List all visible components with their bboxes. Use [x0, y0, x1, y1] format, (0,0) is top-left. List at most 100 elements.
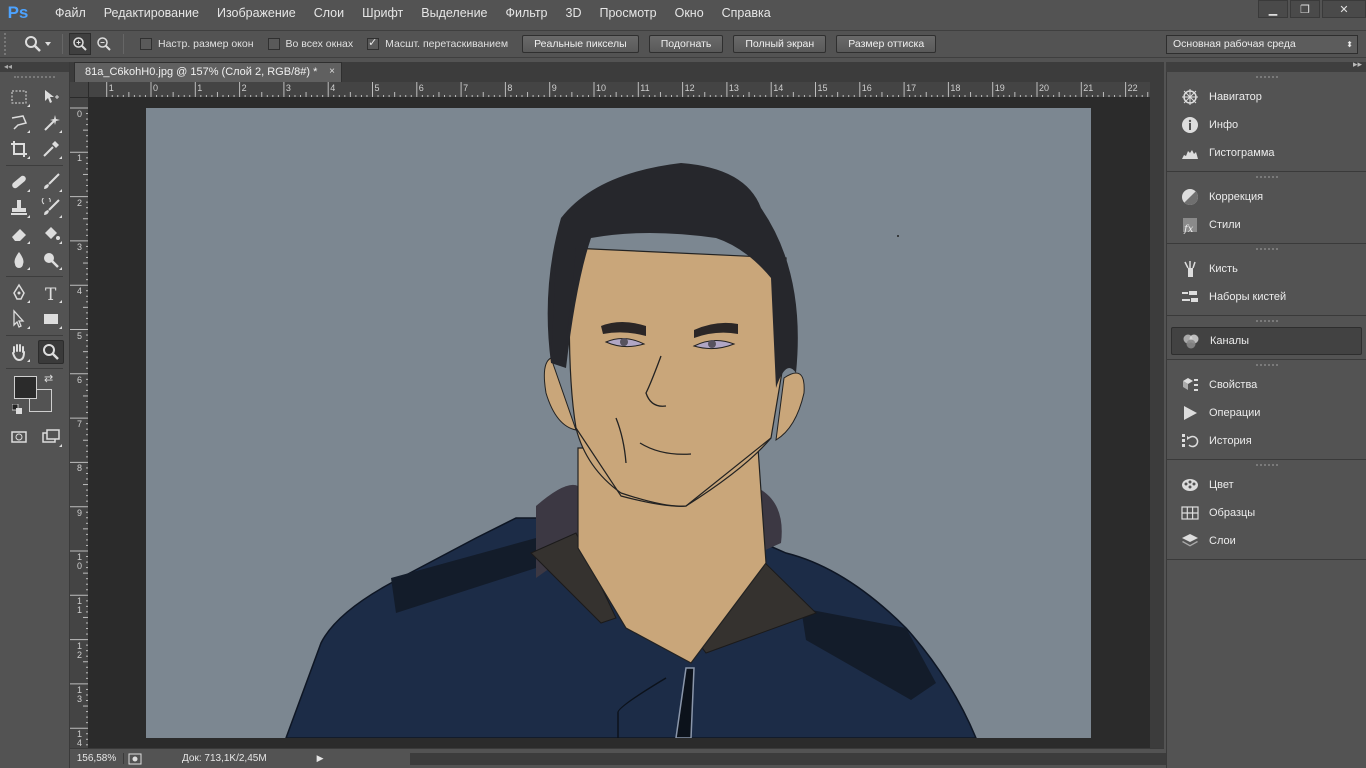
panel-navigator[interactable]: Навигатор — [1171, 83, 1362, 111]
zoom-out-button[interactable] — [93, 33, 115, 55]
options-grip[interactable] — [4, 33, 12, 55]
group-grip[interactable] — [1255, 364, 1278, 369]
foreground-color[interactable] — [14, 376, 37, 399]
panel-brush-presets[interactable]: Наборы кистей — [1171, 283, 1362, 311]
fill-screen-button[interactable]: Полный экран — [733, 35, 827, 53]
pen-tool[interactable] — [6, 281, 32, 305]
canvas-area[interactable] — [89, 98, 1150, 748]
panel-swatches[interactable]: Образцы — [1171, 499, 1362, 527]
menu-edit[interactable]: Редактирование — [95, 0, 208, 26]
screen-mode-button[interactable] — [38, 425, 64, 449]
panel-info[interactable]: Инфо — [1171, 111, 1362, 139]
menu-view[interactable]: Просмотр — [591, 0, 666, 26]
menu-select[interactable]: Выделение — [412, 0, 496, 26]
panel-channels[interactable]: Каналы — [1171, 327, 1362, 355]
dock-collapse-bar[interactable]: ▸▸ — [1166, 60, 1366, 72]
eyedropper-tool[interactable] — [38, 137, 64, 161]
tool-preset-picker[interactable] — [20, 33, 56, 55]
crop-icon — [11, 141, 27, 157]
panel-histogram[interactable]: Гистограмма — [1171, 139, 1362, 167]
group-grip[interactable] — [1255, 176, 1278, 181]
menu-type[interactable]: Шрифт — [353, 0, 412, 26]
lasso-tool[interactable] — [6, 111, 32, 135]
minimize-button[interactable]: ▁ — [1258, 0, 1288, 18]
print-size-button[interactable]: Размер оттиска — [836, 35, 937, 53]
menu-file[interactable]: Файл — [46, 0, 95, 26]
document-canvas[interactable] — [146, 108, 1091, 739]
ruler-label: 7 — [463, 83, 469, 93]
panel-history[interactable]: История — [1171, 427, 1362, 455]
menu-filter[interactable]: Фильтр — [497, 0, 557, 26]
panel-label: Цвет — [1209, 479, 1234, 491]
panel-group: Каналы — [1167, 316, 1366, 360]
dodge-tool[interactable] — [38, 248, 64, 272]
panel-properties[interactable]: Свойства — [1171, 371, 1362, 399]
crop-tool[interactable] — [6, 137, 32, 161]
magic-wand-tool[interactable] — [38, 111, 64, 135]
resize-windows-checkbox[interactable]: Настр. размер окон — [140, 38, 254, 50]
status-share-icon[interactable] — [128, 753, 142, 765]
ruler-origin[interactable] — [70, 82, 89, 98]
move-tool[interactable] — [38, 85, 64, 109]
group-grip[interactable] — [1255, 464, 1278, 469]
panel-color[interactable]: Цвет — [1171, 471, 1362, 499]
panel-group: Навигатор Инфо Гистограмма — [1167, 72, 1366, 172]
drop-icon — [14, 252, 24, 268]
zoom-level-field[interactable]: 156,58% — [70, 753, 124, 764]
zoom-in-button[interactable] — [69, 33, 91, 55]
horizontal-ruler[interactable]: 1 0 1 2 3 4 5 6 7 8 9 10 11 12 13 14 15 16 17 18 19 20 21 22 — [89, 82, 1150, 98]
panel-adjustments[interactable]: Коррекция — [1171, 183, 1362, 211]
dock-collapse-icon[interactable]: ▸▸ — [1353, 60, 1362, 70]
document-tab[interactable]: 81a_C6kohH0.jpg @ 157% (Слой 2, RGB/8#) … — [74, 62, 342, 82]
blur-tool[interactable] — [6, 248, 32, 272]
panel-layers[interactable]: Слои — [1171, 527, 1362, 555]
healing-brush-tool[interactable] — [6, 170, 32, 194]
photoshop-logo: Ps — [7, 3, 29, 22]
swap-colors-icon[interactable]: ⇄ — [44, 372, 53, 385]
status-bar: 156,58% Док: 713,1K/2,45M ▶ — [70, 748, 1170, 768]
type-tool[interactable]: T — [38, 281, 64, 305]
menu-window[interactable]: Окно — [666, 0, 713, 26]
restore-button[interactable]: ❐ — [1290, 0, 1320, 18]
fit-screen-button[interactable]: Подогнать — [648, 35, 724, 53]
clone-stamp-tool[interactable] — [6, 196, 32, 220]
paint-bucket-tool[interactable] — [38, 222, 64, 246]
brush-tool[interactable] — [38, 170, 64, 194]
tools-collapse-button[interactable]: ◂◂ — [0, 62, 69, 72]
checkbox-box[interactable] — [140, 38, 152, 50]
menu-image[interactable]: Изображение — [208, 0, 305, 26]
panel-group: Кисть Наборы кистей — [1167, 244, 1366, 316]
menu-3d[interactable]: 3D — [557, 0, 591, 26]
panel-actions[interactable]: Операции — [1171, 399, 1362, 427]
scrubby-zoom-checkbox[interactable]: Масшт. перетаскиванием — [367, 36, 508, 50]
panel-brush[interactable]: Кисть — [1171, 255, 1362, 283]
checkbox-box-checked[interactable] — [367, 36, 380, 50]
panel-styles[interactable]: fx Стили — [1171, 211, 1362, 239]
tools-grip[interactable] — [14, 76, 55, 84]
menu-help[interactable]: Справка — [713, 0, 780, 26]
history-brush-tool[interactable] — [38, 196, 64, 220]
eraser-tool[interactable] — [6, 222, 32, 246]
actual-pixels-button[interactable]: Реальные пикселы — [522, 35, 639, 53]
group-grip[interactable] — [1255, 248, 1278, 253]
close-document-icon[interactable]: × — [329, 63, 335, 81]
path-selection-tool[interactable] — [6, 307, 32, 331]
hand-tool[interactable] — [6, 340, 32, 364]
vertical-scrollbar[interactable] — [1150, 82, 1164, 748]
all-windows-checkbox[interactable]: Во всех окнах — [267, 38, 353, 50]
status-menu-arrow-icon[interactable]: ▶ — [317, 753, 324, 764]
menu-layer[interactable]: Слои — [305, 0, 353, 26]
quick-mask-button[interactable] — [6, 425, 32, 449]
zoom-tool[interactable] — [38, 340, 64, 364]
default-colors-icon[interactable] — [12, 404, 22, 414]
checkbox-box[interactable] — [267, 38, 280, 50]
shape-tool[interactable] — [38, 307, 64, 331]
vertical-ruler[interactable]: 0 1 2 3 4 5 6 7 8 9 1 0 1 1 1 2 1 3 1 4 — [70, 98, 89, 748]
workspace-select[interactable]: Основная рабочая среда ⬍ — [1166, 35, 1358, 54]
group-grip[interactable] — [1255, 320, 1278, 325]
close-window-button[interactable]: ✕ — [1322, 0, 1366, 18]
marquee-tool[interactable] — [6, 85, 32, 109]
horizontal-scrollbar[interactable] — [410, 753, 1170, 765]
ruler-label: 3 — [285, 83, 291, 93]
group-grip[interactable] — [1255, 76, 1278, 81]
